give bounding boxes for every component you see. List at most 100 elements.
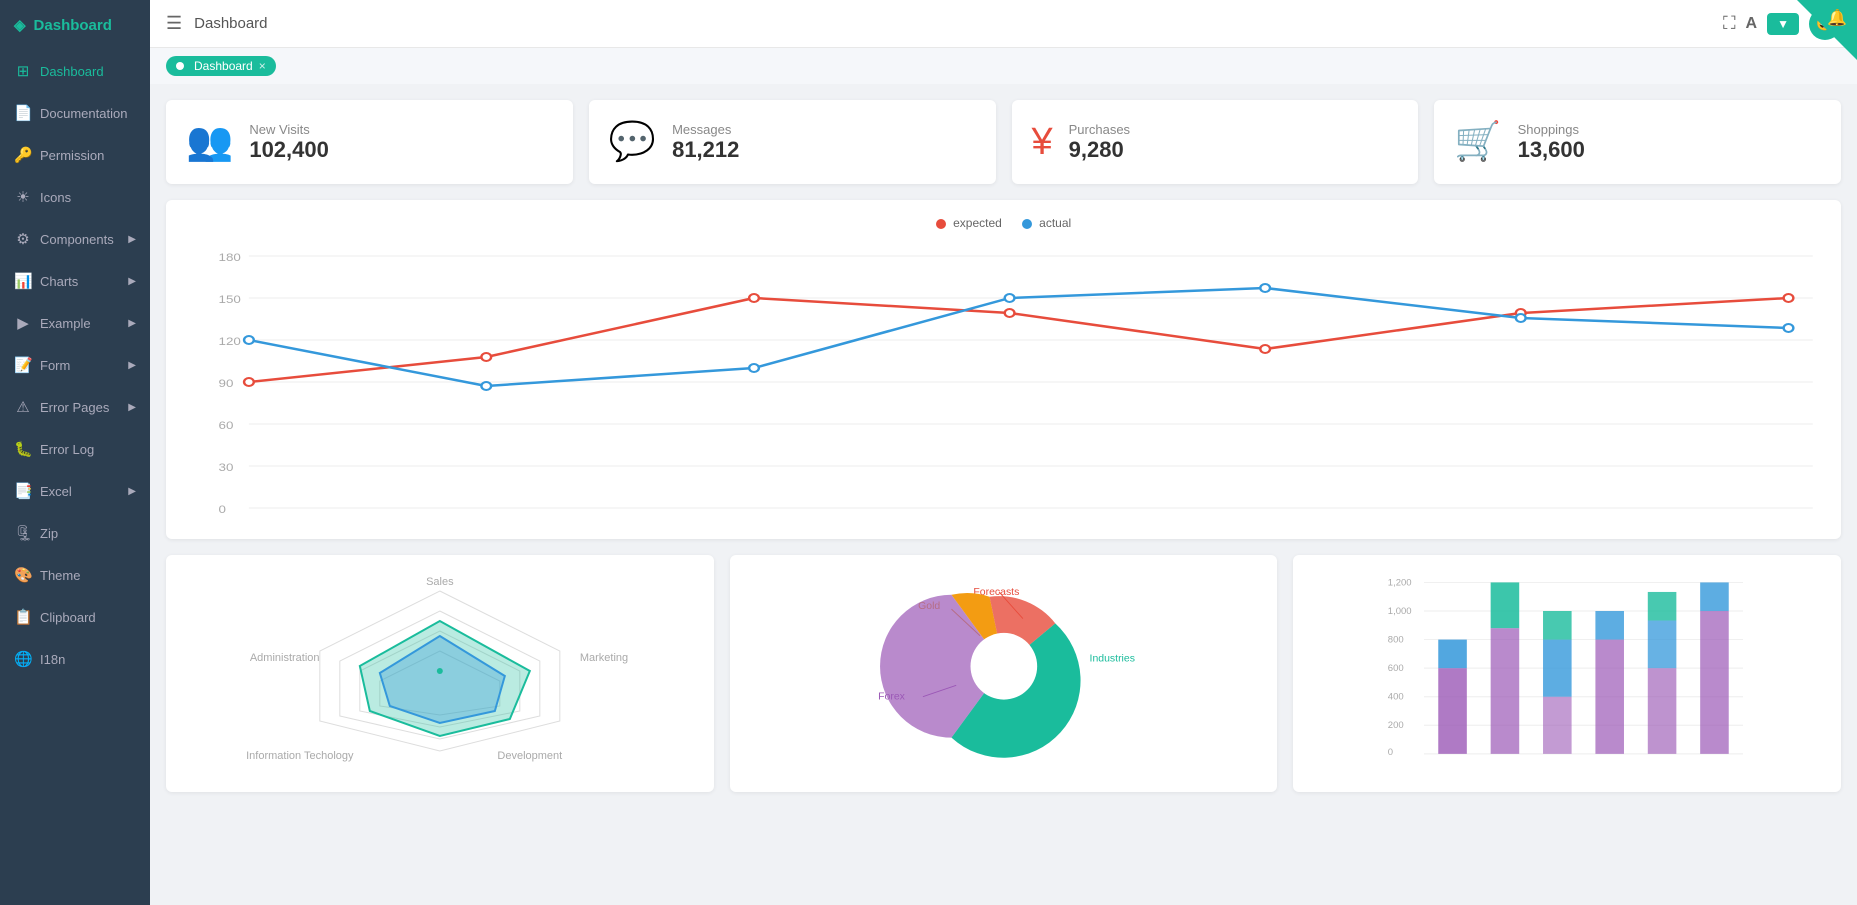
- clipboard-icon: 📋: [14, 608, 32, 626]
- menu-icon[interactable]: ☰: [166, 13, 182, 34]
- svg-text:30: 30: [219, 461, 234, 474]
- svg-text:1,000: 1,000: [1388, 606, 1412, 617]
- purchases-icon: ¥: [1032, 121, 1053, 164]
- sidebar-item-theme[interactable]: 🎨 Theme: [0, 554, 150, 596]
- sidebar-label-permission: Permission: [40, 148, 104, 163]
- purchases-label: Purchases: [1069, 122, 1130, 137]
- sidebar-item-clipboard[interactable]: 📋 Clipboard: [0, 596, 150, 638]
- shoppings-icon: 🛒: [1454, 120, 1501, 164]
- theme-icon: 🎨: [14, 566, 32, 584]
- sidebar-item-zip[interactable]: 🗜 Zip: [0, 512, 150, 554]
- corner-icon: 🔔: [1827, 8, 1847, 28]
- sidebar-item-icons[interactable]: ☀ Icons: [0, 176, 150, 218]
- main-area: ☰ Dashboard ⛶ A ▼ 😀 🔔 Dashboard × 👥 Ne: [150, 0, 1857, 905]
- sidebar-item-documentation[interactable]: 📄 Documentation: [0, 92, 150, 134]
- sidebar-logo[interactable]: ◈ Dashboard: [0, 0, 150, 50]
- sidebar-item-error-pages[interactable]: ⚠ Error Pages ▶: [0, 386, 150, 428]
- new-visits-icon: 👥: [186, 120, 233, 164]
- svg-text:60: 60: [219, 419, 234, 432]
- sidebar-item-example[interactable]: ▶ Example ▶: [0, 302, 150, 344]
- main-content: 👥 New Visits 102,400 💬 Messages 81,212 ¥…: [150, 84, 1857, 905]
- topbar-title: Dashboard: [194, 15, 1711, 32]
- arrow-icon-error-pages: ▶: [128, 402, 136, 413]
- stat-card-new-visits: 👥 New Visits 102,400: [166, 100, 573, 184]
- sidebar-label-example: Example: [40, 316, 91, 331]
- form-icon: 📝: [14, 356, 32, 374]
- stat-cards: 👥 New Visits 102,400 💬 Messages 81,212 ¥…: [166, 100, 1841, 184]
- legend-actual-dot: [1022, 219, 1032, 229]
- svg-text:0: 0: [1388, 747, 1393, 758]
- sidebar-label-clipboard: Clipboard: [40, 610, 96, 625]
- sidebar-label-excel: Excel: [40, 484, 72, 499]
- shoppings-value: 13,600: [1518, 137, 1585, 163]
- legend-actual: actual: [1022, 216, 1071, 230]
- breadcrumb-label: Dashboard: [194, 59, 253, 73]
- arrow-icon-example: ▶: [128, 318, 136, 329]
- svg-text:800: 800: [1388, 634, 1404, 645]
- line-chart-svg: 0 30 60 90 120 150 180 Mon Tue Wed Thu: [182, 238, 1825, 518]
- messages-value: 81,212: [672, 137, 739, 163]
- radar-chart-panel: Sales Marketing Development Information …: [166, 555, 714, 792]
- font-icon[interactable]: A: [1746, 15, 1758, 33]
- purchases-info: Purchases 9,280: [1069, 122, 1130, 163]
- shoppings-info: Shoppings 13,600: [1518, 122, 1585, 163]
- shoppings-label: Shoppings: [1518, 122, 1585, 137]
- svg-text:Marketing: Marketing: [580, 652, 628, 664]
- svg-text:Information Techology: Information Techology: [246, 750, 354, 762]
- sidebar-item-permission[interactable]: 🔑 Permission: [0, 134, 150, 176]
- documentation-icon: 📄: [14, 104, 32, 122]
- svg-text:120: 120: [219, 335, 242, 348]
- sidebar-label-documentation: Documentation: [40, 106, 127, 121]
- sidebar-label-charts: Charts: [40, 274, 78, 289]
- fullscreen-icon[interactable]: ⛶: [1723, 13, 1736, 34]
- radar-chart-svg: Sales Marketing Development Information …: [182, 571, 698, 771]
- sidebar-item-charts[interactable]: 📊 Charts ▶: [0, 260, 150, 302]
- breadcrumb-tag: Dashboard ×: [166, 56, 276, 76]
- zip-icon: 🗜: [14, 524, 32, 542]
- sidebar-label-i18n: I18n: [40, 652, 65, 667]
- sidebar-item-components[interactable]: ⚙ Components ▶: [0, 218, 150, 260]
- sidebar-item-form[interactable]: 📝 Form ▶: [0, 344, 150, 386]
- sidebar-label-error-pages: Error Pages: [40, 400, 109, 415]
- example-icon: ▶: [14, 314, 32, 332]
- dashboard-icon: ⊞: [14, 62, 32, 80]
- sidebar-item-i18n[interactable]: 🌐 I18n: [0, 638, 150, 680]
- sidebar-label-icons: Icons: [40, 190, 71, 205]
- purchases-value: 9,280: [1069, 137, 1130, 163]
- legend-expected: expected: [936, 216, 1002, 230]
- sidebar-label-error-log: Error Log: [40, 442, 94, 457]
- new-visits-label: New Visits: [249, 122, 329, 137]
- sidebar-item-dashboard[interactable]: ⊞ Dashboard: [0, 50, 150, 92]
- pie-chart-panel: Forecasts Gold Industries Forex: [730, 555, 1278, 792]
- messages-info: Messages 81,212: [672, 122, 739, 163]
- svg-text:Industries: Industries: [1089, 653, 1134, 664]
- svg-text:Development: Development: [497, 750, 562, 762]
- arrow-icon-charts: ▶: [128, 276, 136, 287]
- svg-text:0: 0: [219, 503, 227, 516]
- dropdown-button[interactable]: ▼: [1767, 13, 1799, 35]
- dropdown-label: ▼: [1777, 17, 1789, 31]
- line-chart-legend: expected actual: [182, 216, 1825, 230]
- breadcrumb-close[interactable]: ×: [259, 59, 266, 73]
- permission-icon: 🔑: [14, 146, 32, 164]
- sidebar-label-zip: Zip: [40, 526, 58, 541]
- sidebar-label-theme: Theme: [40, 568, 80, 583]
- arrow-icon-excel: ▶: [128, 486, 136, 497]
- svg-text:150: 150: [219, 293, 242, 306]
- line-chart-panel: expected actual 0 30 60 90 120 150 180: [166, 200, 1841, 539]
- components-icon: ⚙: [14, 230, 32, 248]
- svg-text:Sales: Sales: [426, 576, 454, 588]
- stat-card-messages: 💬 Messages 81,212: [589, 100, 996, 184]
- sidebar-item-excel[interactable]: 📑 Excel ▶: [0, 470, 150, 512]
- svg-text:200: 200: [1388, 720, 1404, 731]
- sidebar-item-error-log[interactable]: 🐛 Error Log: [0, 428, 150, 470]
- error-log-icon: 🐛: [14, 440, 32, 458]
- sidebar-label-dashboard: Dashboard: [40, 64, 104, 79]
- legend-expected-dot: [936, 219, 946, 229]
- stat-card-purchases: ¥ Purchases 9,280: [1012, 100, 1419, 184]
- messages-icon: 💬: [609, 120, 656, 164]
- charts-icon: 📊: [14, 272, 32, 290]
- sidebar-label-form: Form: [40, 358, 70, 373]
- svg-text:400: 400: [1388, 692, 1404, 703]
- bar-chart-panel: 1,200 1,000 800 600 400 200 0: [1293, 555, 1841, 792]
